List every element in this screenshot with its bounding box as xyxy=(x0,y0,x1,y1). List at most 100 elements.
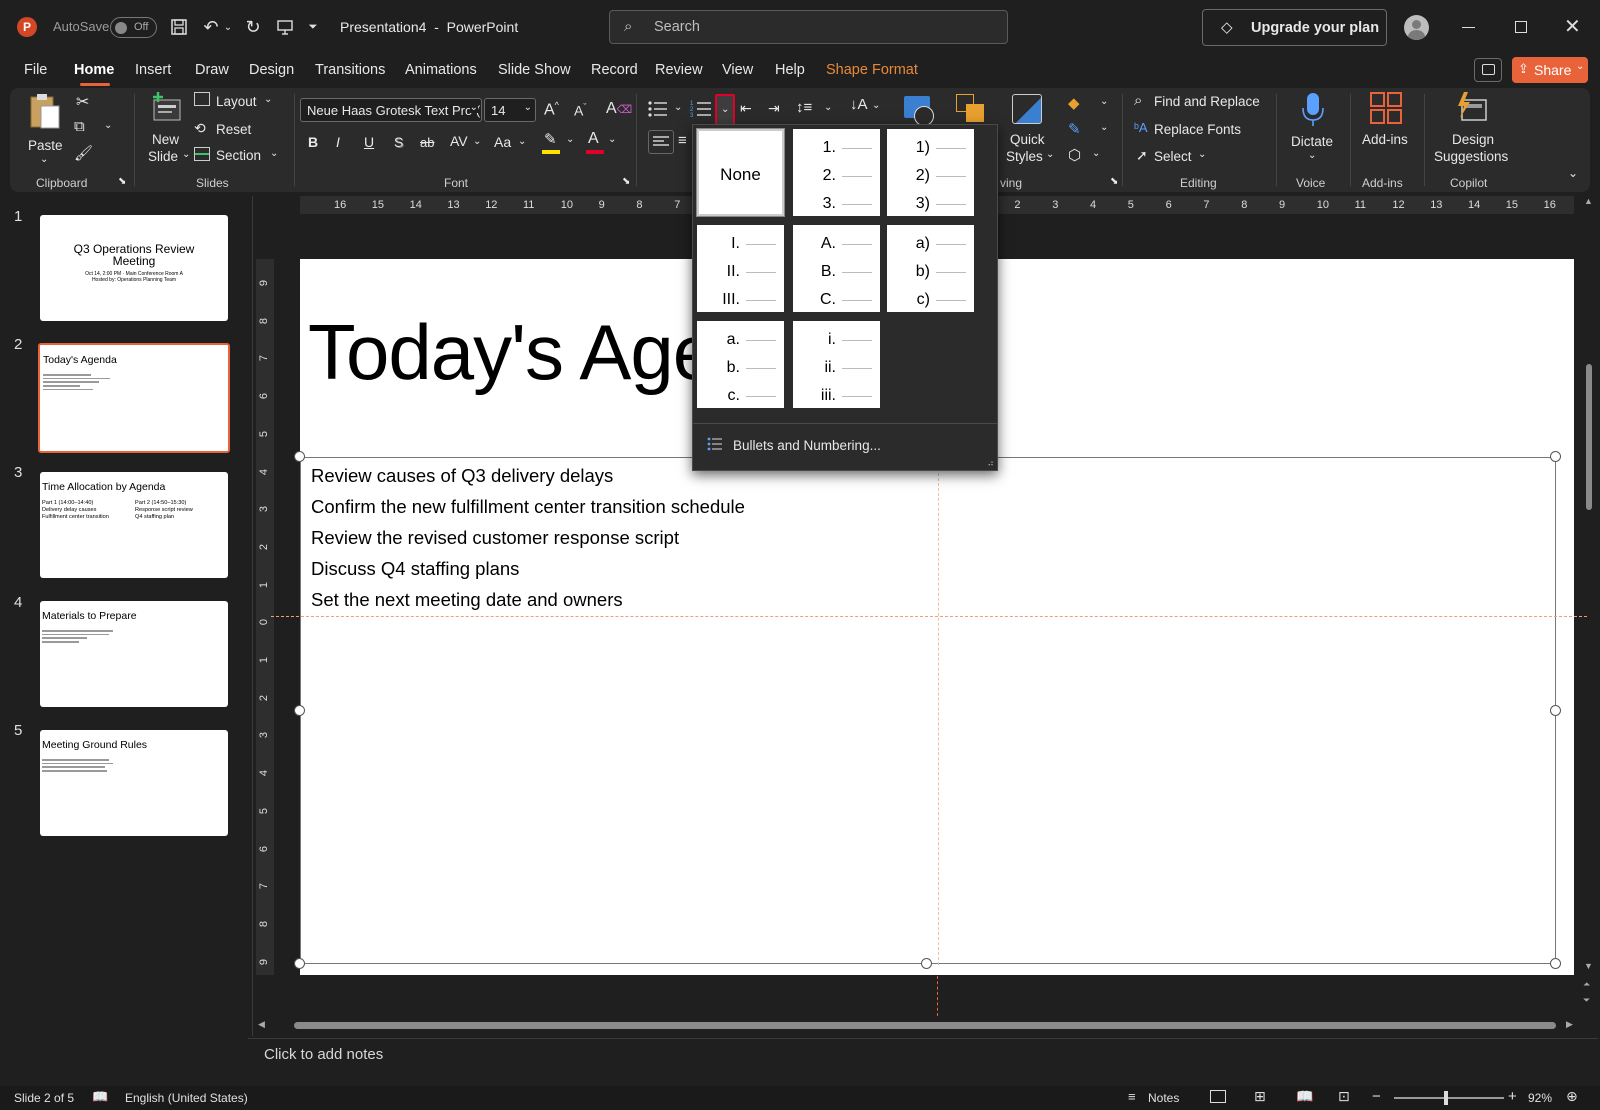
replace-fonts-button[interactable]: ᵇA Replace Fonts xyxy=(1134,120,1274,140)
tab-shape-format[interactable]: Shape Format xyxy=(826,62,918,78)
resize-handle[interactable] xyxy=(1550,451,1561,462)
slideshow-icon[interactable]: ⊡ xyxy=(1338,1088,1350,1105)
numbering-option[interactable]: I. II. III. xyxy=(697,225,784,312)
slide-thumbnail-3[interactable]: Time Allocation by Agenda Part 1 (14:00–… xyxy=(40,472,228,578)
slide-title[interactable]: Today's Age xyxy=(308,307,716,398)
resize-handle[interactable] xyxy=(294,451,305,462)
copy-dropdown-icon[interactable]: ⌄ xyxy=(104,120,112,131)
bullets-button[interactable]: ⌄ xyxy=(648,98,686,122)
quick-styles-button[interactable]: Quick Styles ⌄ xyxy=(1002,92,1054,168)
numbering-option[interactable]: 1) 2) 3) xyxy=(887,129,974,216)
redo-icon[interactable]: ↻ xyxy=(240,14,266,40)
undo-icon[interactable]: ↶ xyxy=(198,14,224,40)
slide-thumbnail-5[interactable]: Meeting Ground Rules xyxy=(40,730,228,836)
reset-button[interactable]: ⟲ Reset xyxy=(194,120,274,140)
scroll-left-icon[interactable]: ◀ xyxy=(258,1019,265,1030)
chevron-down-icon[interactable]: ⌄ xyxy=(824,102,832,113)
decrease-indent-icon[interactable]: ⇤ xyxy=(740,100,752,117)
horizontal-scrollbar[interactable]: ◀ ▶ xyxy=(258,1018,1576,1032)
scroll-down-icon[interactable]: ▼ xyxy=(1584,961,1593,971)
numbering-option[interactable]: 1. 2. 3. xyxy=(793,129,880,216)
save-icon[interactable] xyxy=(166,14,192,40)
previous-slide-icon[interactable]: ⏶ xyxy=(1583,979,1590,990)
numbering-option[interactable]: a. b. c. xyxy=(697,321,784,408)
slide-thumbnail-2[interactable]: Today's Agenda xyxy=(38,343,230,453)
autosave-toggle[interactable]: Off xyxy=(110,17,157,38)
underline-button[interactable]: U xyxy=(364,134,374,150)
tab-home[interactable]: Home xyxy=(74,62,114,78)
list-item[interactable]: Review causes of Q3 delivery delays xyxy=(311,460,745,491)
comments-button[interactable] xyxy=(1474,58,1502,82)
copy-icon[interactable]: ⧉ xyxy=(74,118,85,135)
dictate-button[interactable]: Dictate ⌄ xyxy=(1286,92,1340,168)
maximize-icon[interactable] xyxy=(1515,21,1527,33)
character-spacing-button[interactable]: AV xyxy=(450,133,468,149)
fit-to-window-icon[interactable]: ⊕ xyxy=(1566,1088,1578,1105)
zoom-slider[interactable] xyxy=(1394,1091,1504,1105)
text-direction-icon[interactable]: ↓A xyxy=(850,96,868,113)
tab-file[interactable]: File xyxy=(24,62,47,78)
resize-handle[interactable] xyxy=(921,958,932,969)
tab-insert[interactable]: Insert xyxy=(135,62,171,78)
resize-handle[interactable] xyxy=(1550,705,1561,716)
chevron-down-icon[interactable]: ⌄ xyxy=(473,136,481,147)
layout-button[interactable]: Layout ⌄ xyxy=(194,92,284,112)
tab-transitions[interactable]: Transitions xyxy=(315,62,385,78)
normal-view-icon[interactable] xyxy=(1210,1090,1226,1103)
scroll-right-icon[interactable]: ▶ xyxy=(1566,1019,1573,1030)
upgrade-plan-button[interactable]: ◇ Upgrade your plan xyxy=(1202,9,1387,46)
search-box[interactable]: ⌕ Search xyxy=(609,10,1008,44)
next-slide-icon[interactable]: ⏷ xyxy=(1583,995,1590,1006)
format-painter-icon[interactable]: 🖌 xyxy=(74,144,93,162)
share-button[interactable]: ⇪ Share ⌄ xyxy=(1512,57,1588,83)
numbering-option[interactable]: a) b) c) xyxy=(887,225,974,312)
present-icon[interactable] xyxy=(272,14,298,40)
zoom-out-icon[interactable]: − xyxy=(1372,1088,1381,1105)
scroll-thumb[interactable] xyxy=(294,1022,1556,1029)
list-item[interactable]: Discuss Q4 staffing plans xyxy=(311,553,745,584)
numbering-option[interactable]: i. ii. iii. xyxy=(793,321,880,408)
design-suggestions-button[interactable]: Design Suggestions xyxy=(1428,92,1514,168)
clipboard-launcher-icon[interactable]: ⬊ xyxy=(118,176,126,187)
align-center-icon[interactable]: ≡ xyxy=(678,132,687,149)
scroll-thumb[interactable] xyxy=(1586,364,1592,510)
bold-button[interactable]: B xyxy=(308,134,318,150)
shape-fill-icon[interactable]: ◆ xyxy=(1068,94,1080,112)
resize-grip-icon[interactable]: ⠴ xyxy=(987,458,994,469)
find-replace-button[interactable]: ⌕ Find and Replace xyxy=(1134,92,1274,112)
content-placeholder[interactable]: Review causes of Q3 delivery delays Conf… xyxy=(271,457,1587,965)
notes-pane[interactable]: Click to add notes xyxy=(248,1038,1598,1072)
slide-sorter-icon[interactable]: ⊞ xyxy=(1254,1088,1266,1105)
account-avatar-icon[interactable] xyxy=(1404,15,1429,40)
chevron-down-icon[interactable]: ⌄ xyxy=(1100,122,1108,133)
reading-view-icon[interactable]: 📖 xyxy=(1296,1088,1313,1105)
resize-handle[interactable] xyxy=(294,705,305,716)
resize-handle[interactable] xyxy=(1550,958,1561,969)
customize-toolbar-icon[interactable]: ⏷ xyxy=(306,14,320,40)
highlight-color-button[interactable]: ✎ ⌄ xyxy=(540,130,574,156)
italic-button[interactable]: I xyxy=(336,134,340,150)
drawing-launcher-icon[interactable]: ⬊ xyxy=(1110,176,1118,187)
tab-view[interactable]: View xyxy=(722,62,753,78)
new-slide-button[interactable]: New Slide ⌄ xyxy=(144,92,190,168)
tab-record[interactable]: Record xyxy=(591,62,638,78)
scroll-up-icon[interactable]: ▲ xyxy=(1584,196,1593,206)
section-button[interactable]: Section ⌄ xyxy=(194,146,284,166)
undo-dropdown-icon[interactable]: ⌄ xyxy=(222,14,234,40)
slide-thumbnail-4[interactable]: Materials to Prepare xyxy=(40,601,228,707)
shape-outline-icon[interactable]: ✎ xyxy=(1068,120,1081,138)
clear-formatting-icon[interactable]: A⌫ xyxy=(606,100,632,118)
select-button[interactable]: ➚ Select ⌄ xyxy=(1134,147,1234,167)
tab-draw[interactable]: Draw xyxy=(195,62,229,78)
cut-icon[interactable]: ✂ xyxy=(76,92,89,112)
chevron-down-icon[interactable]: ⌄ xyxy=(518,136,526,147)
tab-design[interactable]: Design xyxy=(249,62,294,78)
shadow-button[interactable]: S xyxy=(394,134,403,150)
vertical-scrollbar[interactable]: ▲ ▼ ⏶ ⏷ xyxy=(1582,196,1596,1021)
font-launcher-icon[interactable]: ⬊ xyxy=(622,176,630,187)
tab-help[interactable]: Help xyxy=(775,62,805,78)
language[interactable]: English (United States) xyxy=(125,1091,248,1105)
tab-slide-show[interactable]: Slide Show xyxy=(498,62,571,78)
chevron-down-icon[interactable]: ⌄ xyxy=(872,100,880,111)
close-icon[interactable]: ✕ xyxy=(1564,14,1581,39)
